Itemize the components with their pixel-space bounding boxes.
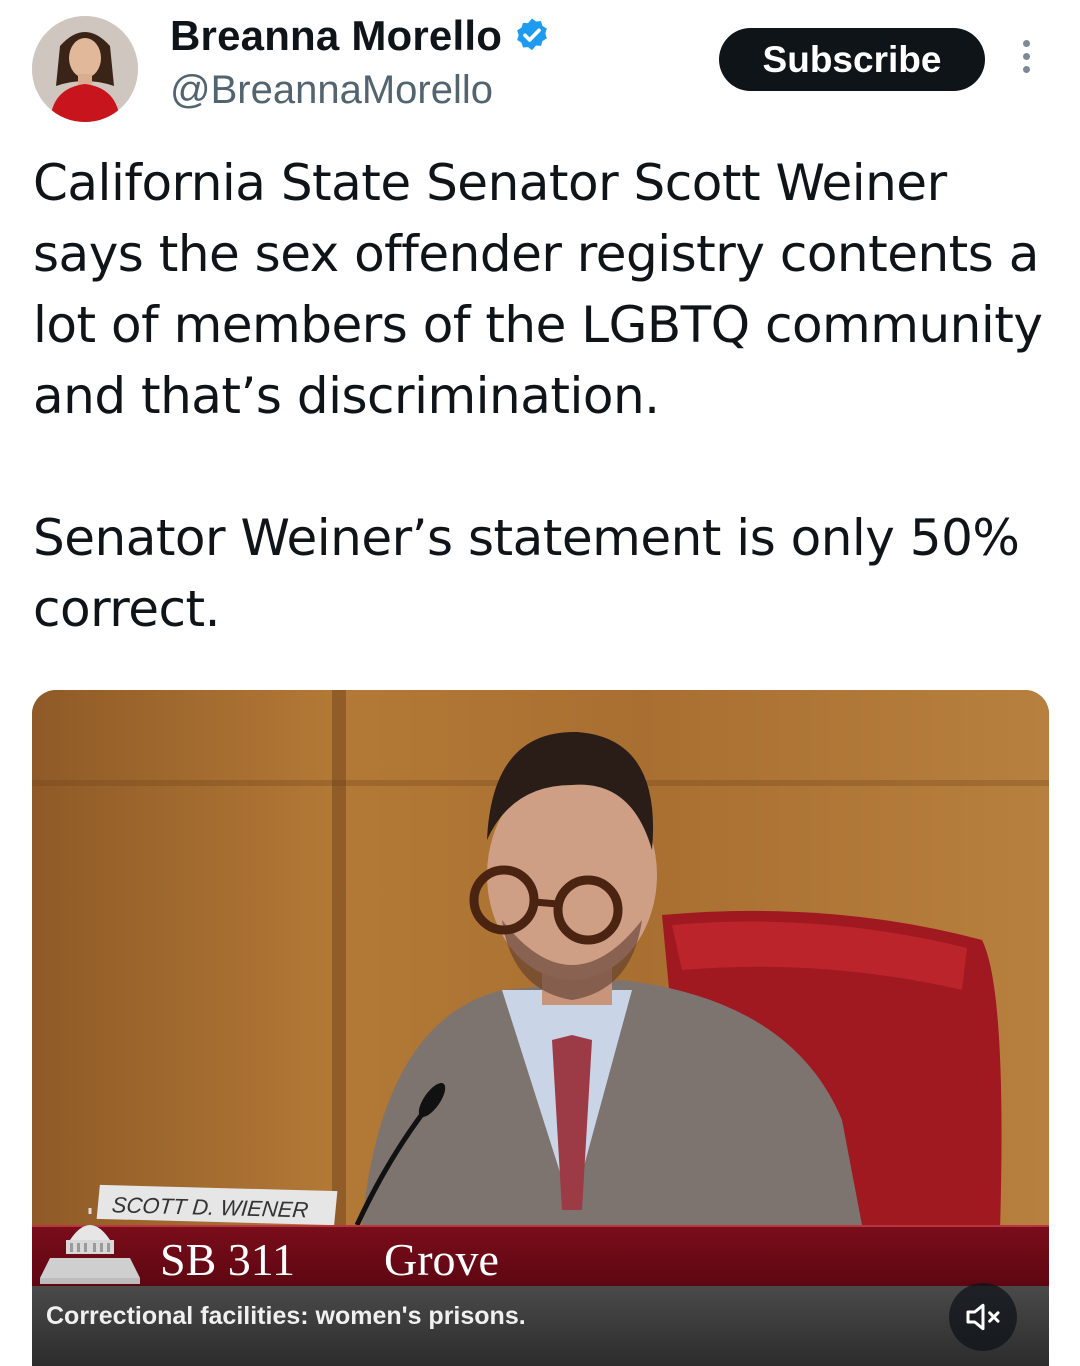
bill-author: Grove xyxy=(384,1234,499,1285)
author-handle[interactable]: @BreannaMorello xyxy=(170,68,493,113)
author-name-row[interactable]: Breanna Morello xyxy=(170,12,552,60)
capitol-icon xyxy=(40,1208,140,1284)
tweet-paragraph: California State Senator Scott Weiner sa… xyxy=(33,154,1043,425)
bill-number: SB 311 xyxy=(160,1234,296,1285)
video-player[interactable]: SCOTT D. WIENER SB 311 Grove Correctiona… xyxy=(32,690,1049,1366)
video-caption: Correctional facilities: women's prisons… xyxy=(46,1302,526,1330)
avatar[interactable] xyxy=(32,16,138,122)
muted-speaker-icon xyxy=(966,1303,1000,1331)
author-name[interactable]: Breanna Morello xyxy=(170,12,502,60)
tweet-paragraph: Senator Weiner’s statement is only 50% c… xyxy=(33,509,1020,638)
mute-toggle-button[interactable] xyxy=(949,1283,1017,1351)
subscribe-button[interactable]: Subscribe xyxy=(719,28,985,91)
verified-badge-icon xyxy=(517,18,547,51)
vertical-ellipsis-icon xyxy=(1016,40,1036,73)
avatar-photo xyxy=(32,16,138,122)
more-options-button[interactable] xyxy=(1016,40,1036,80)
tweet-text: California State Senator Scott Weiner sa… xyxy=(33,148,1053,645)
